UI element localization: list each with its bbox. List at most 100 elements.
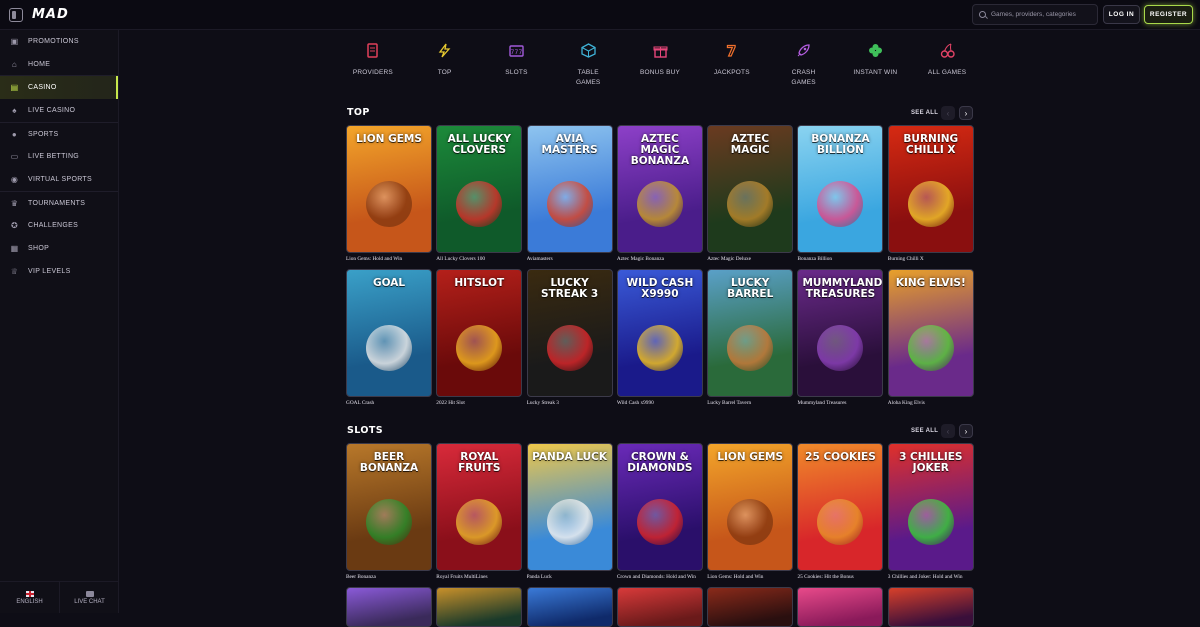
game-title[interactable]: GOAL Crash	[346, 400, 432, 406]
game-tile[interactable]: KING ELVIS! Aloha King Elvis	[887, 269, 974, 406]
game-tile[interactable]: AZTEC MAGIC Aztec Magic Deluxe	[707, 125, 794, 262]
search-input[interactable]	[991, 11, 1091, 18]
game-tile[interactable]: WILD CASH X9990 Wild Cash x9990	[616, 269, 703, 406]
game-thumbnail[interactable]: CROWN & DIAMONDS	[616, 443, 703, 571]
game-title[interactable]: All Lucky Clovers 100	[436, 256, 522, 262]
category-jackpots[interactable]: 7 JACKPOTS	[696, 38, 768, 98]
game-thumbnail[interactable]: HITSLOT	[436, 269, 523, 397]
game-thumbnail[interactable]	[436, 587, 523, 627]
prev-arrow-icon[interactable]: ‹	[941, 106, 955, 120]
game-thumbnail[interactable]	[707, 587, 794, 627]
register-button[interactable]: REGISTER	[1144, 5, 1193, 24]
category-instant-win[interactable]: INSTANT WIN	[839, 38, 911, 98]
game-tile[interactable]	[707, 587, 794, 627]
game-tile[interactable]	[436, 587, 523, 627]
next-arrow-icon[interactable]: ›	[959, 106, 973, 120]
game-tile[interactable]: AZTEC MAGIC BONANZA Aztec Magic Bonanza	[616, 125, 703, 262]
login-button[interactable]: LOG IN	[1103, 5, 1140, 24]
sidebar-item-home[interactable]: ⌂ HOME	[0, 53, 118, 76]
game-tile[interactable]: GOAL GOAL Crash	[346, 269, 432, 406]
game-title[interactable]: 3 Chillies and Joker: Hold and Win	[888, 574, 974, 580]
game-title[interactable]: Aloha King Elvis	[888, 400, 974, 406]
category-slots[interactable]: 777 SLOTS	[481, 38, 553, 98]
sidebar-item-live-betting[interactable]: ▭ LIVE BETTING	[0, 145, 118, 168]
game-tile[interactable]	[616, 587, 703, 627]
game-tile[interactable]	[526, 587, 613, 627]
game-thumbnail[interactable]	[797, 587, 884, 627]
game-tile[interactable]: BEER BONANZA Beer Bonanza	[346, 443, 432, 580]
game-title[interactable]: Burning Chilli X	[888, 256, 974, 262]
sidebar-item-tournaments[interactable]: ♛ TOURNAMENTS	[0, 192, 118, 215]
sidebar-item-virtual-sports[interactable]: ◉ VIRTUAL SPORTS	[0, 168, 118, 191]
game-tile[interactable]: MUMMYLAND TREASURES Mummyland Treasures	[797, 269, 884, 406]
game-thumbnail[interactable]: 25 COOKIES	[797, 443, 884, 571]
category-bonus-buy[interactable]: BONUS BUY	[624, 38, 696, 98]
game-title[interactable]: Lucky Streak 3	[527, 400, 613, 406]
game-tile[interactable]: PANDA LUCK Panda Luck	[526, 443, 613, 580]
game-tile[interactable]: 3 CHILLIES JOKER 3 Chillies and Joker: Ho…	[887, 443, 974, 580]
game-thumbnail[interactable]: AZTEC MAGIC BONANZA	[616, 125, 703, 253]
sidebar-item-shop[interactable]: ▦ SHOP	[0, 237, 118, 260]
see-all-slots-link[interactable]: SEE ALL	[911, 428, 938, 434]
game-tile[interactable]: HITSLOT 2022 Hit Slot	[436, 269, 523, 406]
game-thumbnail[interactable]: LUCKY BARREL	[707, 269, 794, 397]
category-all-games[interactable]: ALL GAMES	[911, 38, 983, 98]
game-tile[interactable]: LUCKY BARREL Lucky Barrel Tavern	[707, 269, 794, 406]
game-tile[interactable]: LION GEMS Lion Gems: Hold and Win	[346, 125, 432, 262]
game-thumbnail[interactable]: MUMMYLAND TREASURES	[797, 269, 884, 397]
game-title[interactable]: Royal Fruits MultiLines	[436, 574, 522, 580]
game-title[interactable]: Aztec Magic Deluxe	[707, 256, 793, 262]
game-title[interactable]: Crown and Diamonds: Hold and Win	[617, 574, 703, 580]
next-arrow-icon[interactable]: ›	[959, 424, 973, 438]
site-logo[interactable]: MAD	[32, 7, 69, 22]
game-title[interactable]: Wild Cash x9990	[617, 400, 703, 406]
sidebar-item-challenges[interactable]: ✪ CHALLENGES	[0, 215, 118, 238]
game-tile[interactable]	[346, 587, 432, 627]
game-thumbnail[interactable]: BEER BONANZA	[346, 443, 432, 571]
game-thumbnail[interactable]: LUCKY STREAK 3	[526, 269, 613, 397]
prev-arrow-icon[interactable]: ‹	[941, 424, 955, 438]
game-tile[interactable]: AVIA MASTERS Aviamasters	[526, 125, 613, 262]
category-providers[interactable]: PROVIDERS	[337, 38, 409, 98]
game-thumbnail[interactable]: LION GEMS	[707, 443, 794, 571]
category-crash-games[interactable]: CRASH GAMES	[768, 38, 840, 98]
game-tile[interactable]: LION GEMS Lion Gems: Hold and Win	[707, 443, 794, 580]
game-thumbnail[interactable]: ROYAL FRUITS	[436, 443, 523, 571]
game-tile[interactable]: BURNING CHILLI X Burning Chilli X	[887, 125, 974, 262]
game-tile[interactable]: ALL LUCKY CLOVERS All Lucky Clovers 100	[436, 125, 523, 262]
game-title[interactable]: 25 Cookies: Hit the Bonus	[797, 574, 883, 580]
game-title[interactable]: Lion Gems: Hold and Win	[707, 574, 793, 580]
game-thumbnail[interactable]: GOAL	[346, 269, 432, 397]
game-thumbnail[interactable]	[616, 587, 703, 627]
sidebar-toggle-icon[interactable]	[9, 7, 23, 22]
game-thumbnail[interactable]: 3 CHILLIES JOKER	[887, 443, 974, 571]
game-title[interactable]: Beer Bonanza	[346, 574, 432, 580]
game-thumbnail[interactable]	[526, 587, 613, 627]
game-title[interactable]: Lion Gems: Hold and Win	[346, 256, 432, 262]
game-tile[interactable]: BONANZA BILLION Bonanza Billion	[797, 125, 884, 262]
game-thumbnail[interactable]: PANDA LUCK	[526, 443, 613, 571]
game-tile[interactable]: CROWN & DIAMONDS Crown and Diamonds: Hold…	[616, 443, 703, 580]
game-thumbnail[interactable]: KING ELVIS!	[887, 269, 974, 397]
game-title[interactable]: Mummyland Treasures	[797, 400, 883, 406]
game-thumbnail[interactable]: AVIA MASTERS	[526, 125, 613, 253]
sidebar-item-promotions[interactable]: ▣ PROMOTIONS	[0, 30, 118, 53]
sidebar-item-sports[interactable]: ● SPORTS	[0, 123, 118, 146]
game-tile[interactable]	[887, 587, 974, 627]
game-tile[interactable]: 25 COOKIES 25 Cookies: Hit the Bonus	[797, 443, 884, 580]
search-box[interactable]	[972, 4, 1098, 25]
game-thumbnail[interactable]: BONANZA BILLION	[797, 125, 884, 253]
game-title[interactable]: Panda Luck	[527, 574, 613, 580]
game-tile[interactable]: LUCKY STREAK 3 Lucky Streak 3	[526, 269, 613, 406]
live-chat-button[interactable]: LIVE CHAT	[59, 582, 119, 613]
category-table-games[interactable]: TABLE GAMES	[552, 38, 624, 98]
game-title[interactable]: 2022 Hit Slot	[436, 400, 522, 406]
game-title[interactable]: Lucky Barrel Tavern	[707, 400, 793, 406]
see-all-top-link[interactable]: SEE ALL	[911, 110, 938, 116]
game-thumbnail[interactable]: WILD CASH X9990	[616, 269, 703, 397]
game-title[interactable]: Bonanza Billion	[797, 256, 883, 262]
game-thumbnail[interactable]: ALL LUCKY CLOVERS	[436, 125, 523, 253]
game-thumbnail[interactable]: AZTEC MAGIC	[707, 125, 794, 253]
sidebar-item-casino[interactable]: ▤ CASINO	[0, 76, 118, 100]
game-title[interactable]: Aviamasters	[527, 256, 613, 262]
